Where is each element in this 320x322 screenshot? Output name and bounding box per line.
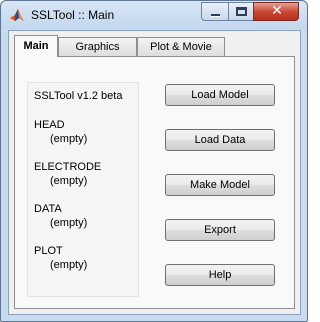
tab-plot-movie[interactable]: Plot & Movie	[137, 37, 225, 57]
data-value: (empty)	[50, 217, 88, 229]
plot-label: PLOT	[34, 245, 63, 257]
electrode-value: (empty)	[50, 175, 88, 187]
electrode-label: ELECTRODE	[34, 161, 102, 173]
status-panel: SSLTool v1.2 beta HEAD (empty) ELECTRODE…	[27, 82, 139, 297]
window-title: SSLTool :: Main	[31, 8, 115, 22]
matlab-icon	[10, 9, 24, 21]
window-client-area: Graphics Plot & Movie Main SSLTool v1.2 …	[8, 30, 301, 315]
main-tab-panel: SSLTool v1.2 beta HEAD (empty) ELECTRODE…	[14, 56, 295, 309]
head-value: (empty)	[50, 133, 88, 145]
minimize-button[interactable]	[201, 2, 228, 21]
export-button[interactable]: Export	[165, 219, 275, 241]
make-model-button[interactable]: Make Model	[165, 174, 275, 196]
close-icon: ✕	[271, 3, 283, 19]
data-label: DATA	[34, 203, 62, 215]
head-label: HEAD	[34, 119, 65, 131]
load-data-button[interactable]: Load Data	[165, 129, 275, 151]
plot-value: (empty)	[50, 259, 88, 271]
title-bar[interactable]: SSLTool :: Main ✕	[1, 1, 307, 29]
maximize-button[interactable]	[228, 2, 253, 21]
help-button[interactable]: Help	[165, 264, 275, 286]
maximize-icon	[236, 7, 247, 16]
close-button[interactable]: ✕	[253, 2, 299, 21]
version-label: SSLTool v1.2 beta	[34, 90, 123, 102]
tab-graphics[interactable]: Graphics	[58, 37, 137, 57]
tab-main[interactable]: Main	[14, 35, 58, 57]
load-model-button[interactable]: Load Model	[165, 84, 275, 106]
minimize-icon	[211, 14, 220, 17]
app-window: SSLTool :: Main ✕ Graphics Plot & Movie …	[0, 0, 308, 322]
